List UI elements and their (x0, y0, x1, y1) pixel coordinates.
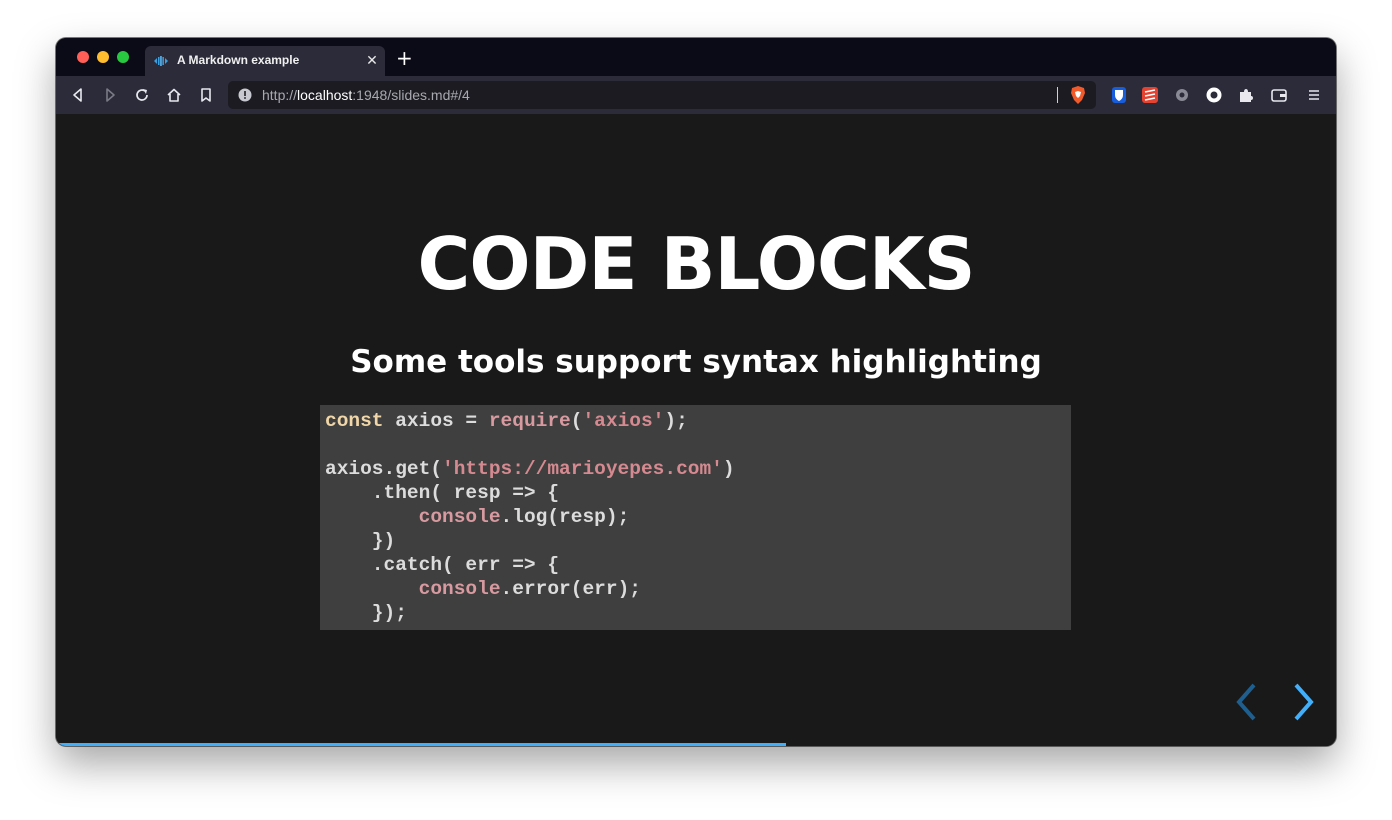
url-path: :1948/slides.md#/4 (352, 87, 470, 103)
site-info-icon[interactable] (238, 88, 252, 102)
tab-markdown-example[interactable]: A Markdown example ✕ (145, 46, 385, 76)
code-token: .catch( err => { (325, 554, 560, 576)
code-token: 'https://marioyepes.com' (442, 458, 723, 480)
new-tab-button[interactable]: + (396, 48, 413, 68)
code-token: }); (325, 602, 407, 624)
url-host: localhost (297, 87, 353, 103)
previous-slide-arrow-icon[interactable] (1234, 682, 1260, 722)
code-token: ); (664, 410, 688, 432)
reload-icon[interactable] (134, 87, 150, 103)
code-line: }) (325, 529, 1071, 553)
code-block: const axios = require('axios'); axios.get… (320, 405, 1071, 630)
code-token: 'axios' (582, 410, 665, 432)
code-token: .then( resp => { (325, 482, 560, 504)
code-token: const (325, 410, 384, 432)
brave-shield-icon[interactable] (1068, 85, 1088, 105)
bookmark-icon[interactable] (198, 87, 214, 103)
markdown-slides-icon (154, 56, 168, 66)
window-close-button[interactable] (77, 51, 89, 63)
code-line: .then( resp => { (325, 481, 1071, 505)
code-line: .catch( err => { (325, 553, 1071, 577)
puzzle-extensions-icon[interactable] (1237, 86, 1255, 104)
slide-title: CODE BLOCKS (417, 222, 976, 306)
url-bar[interactable]: http://localhost:1948/slides.md#/4 (228, 81, 1096, 109)
slide-viewport: CODE BLOCKS Some tools support syntax hi… (56, 114, 1336, 746)
nav-toolbar: http://localhost:1948/slides.md#/4 (56, 76, 1336, 114)
slide-progress-bar (56, 743, 1336, 746)
code-token: require (488, 410, 571, 432)
settings-gear-icon[interactable] (1173, 86, 1191, 104)
code-line: axios.get('https://marioyepes.com') (325, 457, 1071, 481)
code-token: .log(resp); (500, 506, 630, 528)
window-maximize-button[interactable] (117, 51, 129, 63)
tab-bar: A Markdown example ✕ + (56, 38, 1336, 76)
slide-progress-fill (56, 743, 786, 746)
code-token: ( (570, 410, 583, 432)
todoist-icon[interactable] (1141, 86, 1159, 104)
url-scheme: http:// (262, 87, 298, 103)
code-line: console.log(resp); (325, 505, 1071, 529)
code-token: .error(err); (500, 578, 641, 600)
menu-icon[interactable] (1305, 86, 1323, 104)
url-text[interactable]: http://localhost:1948/slides.md#/4 (262, 87, 470, 103)
next-slide-arrow-icon[interactable] (1290, 682, 1316, 722)
slide-subtitle: Some tools support syntax highlighting (350, 344, 1042, 380)
window-minimize-button[interactable] (97, 51, 109, 63)
browser-window: A Markdown example ✕ + http://localhost:… (56, 38, 1336, 746)
code-line: console.error(err); (325, 577, 1071, 601)
forward-icon[interactable] (102, 87, 118, 103)
code-token: console (418, 506, 501, 528)
tab-close-icon[interactable]: ✕ (365, 54, 379, 68)
code-token: ) (722, 458, 735, 480)
url-divider (1057, 87, 1058, 103)
code-line: }); (325, 601, 1071, 625)
code-line: const axios = require('axios'); (325, 409, 1071, 433)
code-token: axios.get( (325, 458, 443, 480)
code-token: }) (325, 530, 396, 552)
code-token: axios = (383, 410, 489, 432)
extension-icon-round[interactable] (1205, 86, 1223, 104)
back-icon[interactable] (70, 87, 86, 103)
bitwarden-icon[interactable] (1110, 86, 1128, 104)
code-token: console (418, 578, 501, 600)
wallet-icon[interactable] (1270, 86, 1288, 104)
home-icon[interactable] (166, 87, 182, 103)
tab-title: A Markdown example (177, 53, 300, 67)
